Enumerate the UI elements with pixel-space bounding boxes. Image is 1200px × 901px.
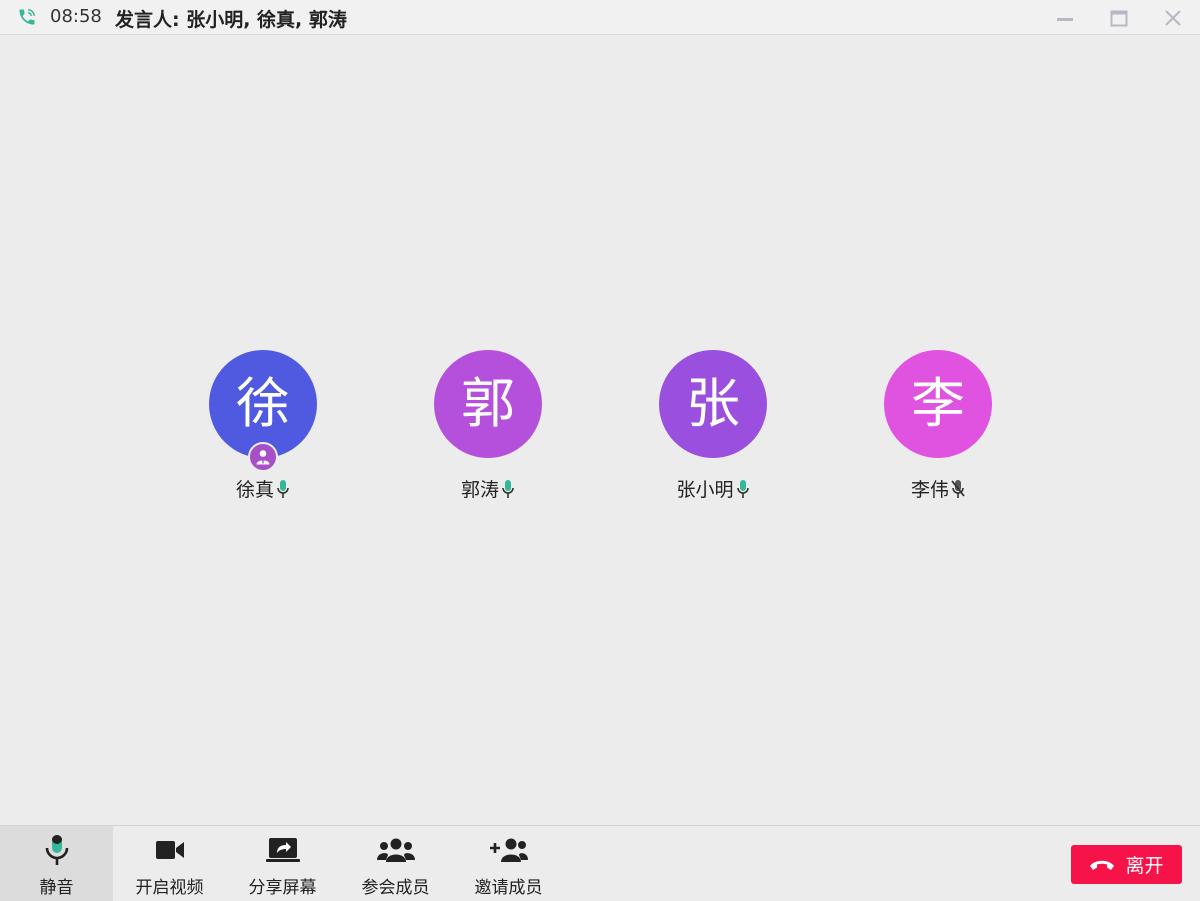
participant-name-row: 李伟	[858, 475, 1018, 502]
participant-tile[interactable]: 徐 徐真	[183, 350, 343, 510]
members-icon	[376, 838, 415, 862]
call-duration: 08:58	[50, 6, 102, 27]
phone-call-icon	[19, 9, 35, 25]
participant-name: 张小明	[676, 479, 734, 501]
leave-call-button[interactable]: 离开	[1071, 845, 1182, 884]
maximize-icon	[1110, 10, 1128, 27]
participant-name: 李伟	[910, 479, 949, 501]
host-icon	[256, 450, 270, 465]
participant-name: 徐真	[235, 479, 274, 501]
leave-label: 离开	[1125, 855, 1164, 877]
mic-off-icon	[951, 479, 965, 498]
invite-label: 邀请成员	[474, 878, 543, 898]
minimize-icon	[1057, 18, 1073, 21]
mute-button[interactable]: 静音	[0, 826, 113, 901]
mute-label: 静音	[39, 878, 74, 898]
participant-tile[interactable]: 张 张小明	[633, 350, 793, 510]
invite-button[interactable]: 邀请成员	[452, 826, 565, 901]
hang-up-icon	[1090, 860, 1115, 870]
mic-on-icon	[277, 479, 289, 498]
participant-name: 郭涛	[460, 479, 499, 501]
participant-name-row: 张小明	[633, 475, 793, 502]
avatar: 张	[659, 350, 767, 458]
microphone-icon	[45, 835, 68, 865]
members-button[interactable]: 参会成员	[339, 826, 452, 901]
share-screen-button[interactable]: 分享屏幕	[226, 826, 339, 901]
title-bar: 08:58 发言人: 张小明, 徐真, 郭涛	[0, 0, 1200, 35]
participant-name-row: 郭涛	[408, 475, 568, 502]
video-button[interactable]: 开启视频	[113, 826, 226, 901]
participant-tile[interactable]: 郭 郭涛	[408, 350, 568, 510]
mic-on-icon	[736, 479, 749, 498]
video-camera-icon	[155, 841, 184, 859]
close-icon	[1165, 10, 1181, 26]
participant-tile[interactable]: 李 李伟	[858, 350, 1018, 510]
members-label: 参会成员	[361, 878, 430, 898]
maximize-button[interactable]	[1104, 5, 1134, 31]
share-screen-label: 分享屏幕	[248, 878, 317, 898]
active-speakers: 发言人: 张小明, 徐真, 郭涛	[115, 9, 347, 31]
avatar: 郭	[434, 350, 542, 458]
video-label: 开启视频	[135, 878, 204, 898]
mic-on-icon	[502, 479, 514, 498]
avatar: 李	[884, 350, 992, 458]
call-toolbar: 静音 开启视频 分享屏幕 参会成员 邀请成员 离开	[0, 825, 1200, 901]
minimize-button[interactable]	[1050, 5, 1080, 31]
invite-member-icon	[489, 838, 528, 862]
share-screen-icon	[265, 838, 300, 862]
close-button[interactable]	[1158, 5, 1188, 31]
host-badge	[248, 442, 278, 472]
participant-name-row: 徐真	[183, 475, 343, 502]
